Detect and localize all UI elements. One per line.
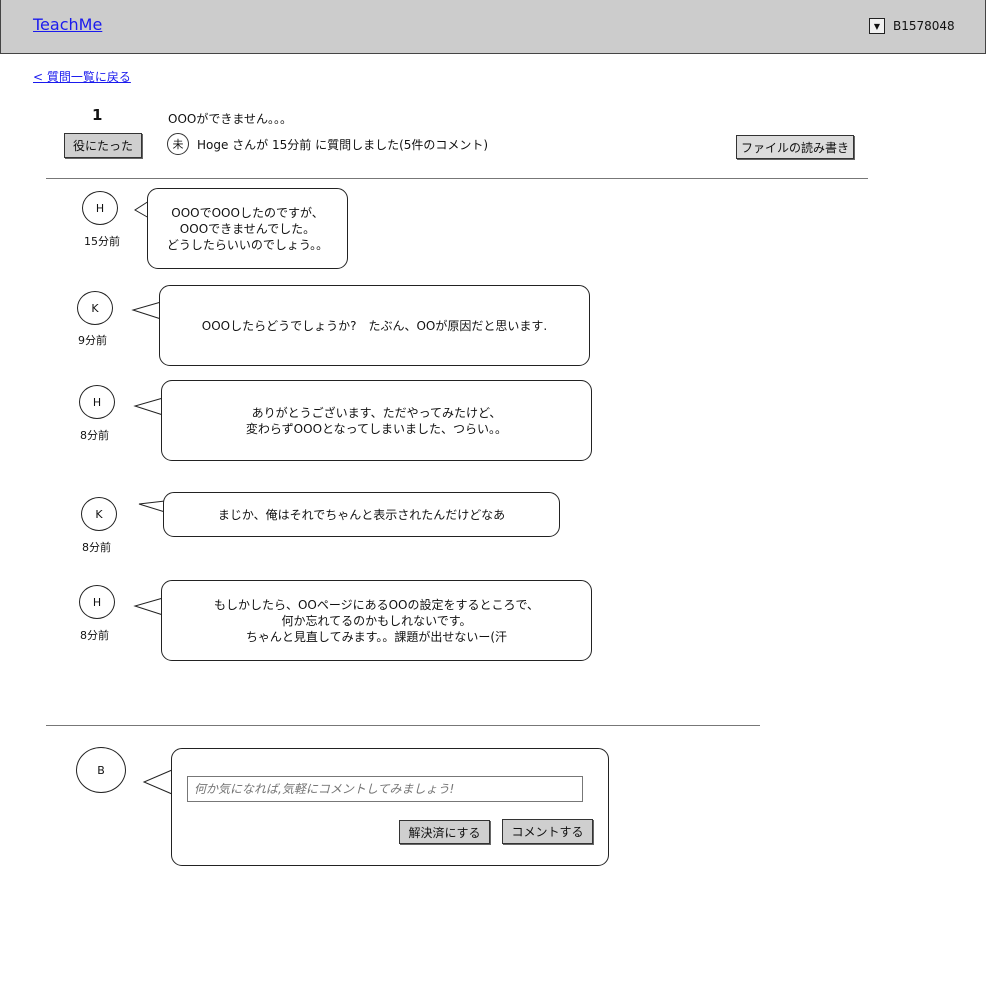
question-meta: Hoge さんが 15分前 に質問しました(5件のコメント): [197, 138, 489, 152]
comment-avatar: K: [81, 497, 117, 531]
question-title: OOOができません。。。: [168, 112, 292, 126]
comment-bubble: まじか、俺はそれでちゃんと表示されたんだけどなあ: [163, 492, 560, 537]
comment-time: 15分前: [84, 235, 120, 248]
comment-text: OOOしたらどうでしょうか? たぶん、OOが原因だと思います.: [201, 318, 548, 333]
bubble-tail: [138, 500, 166, 513]
user-menu-dropdown-icon[interactable]: ▼: [869, 18, 885, 34]
comment-time: 8分前: [80, 429, 109, 442]
comment-avatar: H: [79, 385, 115, 419]
bubble-tail: [133, 397, 164, 416]
header-bar: [0, 0, 986, 54]
file-read-write-button[interactable]: ファイルの読み書き: [736, 135, 854, 159]
comment-input[interactable]: [187, 776, 583, 802]
useful-button[interactable]: 役にたった: [64, 133, 142, 158]
comment-time: 8分前: [82, 541, 111, 554]
comment-text: まじか、俺はそれでちゃんと表示されたんだけどなあ: [217, 507, 506, 522]
comment-bubble: もしかしたら、OOページにあるOOの設定をするところで、 何か忘れてるのかもしれ…: [161, 580, 592, 661]
comment-text: もしかしたら、OOページにあるOOの設定をするところで、 何か忘れてるのかもしれ…: [213, 597, 540, 644]
comment-bubble: OOOしたらどうでしょうか? たぶん、OOが原因だと思います.: [159, 285, 590, 366]
bubble-tail: [131, 301, 162, 320]
question-divider: [46, 178, 868, 179]
user-id-label[interactable]: B1578048: [893, 19, 955, 33]
vote-count: 1: [92, 106, 103, 124]
comment-avatar: H: [82, 191, 118, 225]
current-user-avatar: B: [76, 747, 126, 793]
comment-bubble: ありがとうございます、ただやってみたけど、 変わらずOOOとなってしまいました、…: [161, 380, 592, 461]
app-logo-link[interactable]: TeachMe: [33, 15, 102, 34]
comment-time: 8分前: [80, 629, 109, 642]
comments-divider: [46, 725, 760, 726]
comment-time: 9分前: [78, 334, 107, 347]
bubble-tail: [133, 597, 164, 616]
comment-text: OOOでOOOしたのですが、 OOOできませんでした。 どうしたらいいのでしょう…: [166, 205, 329, 252]
comment-bubble: OOOでOOOしたのですが、 OOOできませんでした。 どうしたらいいのでしょう…: [147, 188, 348, 269]
comment-text: ありがとうございます、ただやってみたけど、 変わらずOOOとなってしまいました、…: [245, 405, 508, 436]
comment-avatar: H: [79, 585, 115, 619]
comment-avatar: K: [77, 291, 113, 325]
submit-comment-button[interactable]: コメントする: [502, 819, 593, 844]
back-to-question-list-link[interactable]: < 質問一覧に戻る: [33, 68, 131, 85]
comment-composer-bubble: [171, 748, 609, 866]
mark-resolved-button[interactable]: 解決済にする: [399, 820, 490, 844]
bubble-tail: [142, 769, 173, 795]
unsolved-status-badge: 未: [167, 133, 189, 155]
